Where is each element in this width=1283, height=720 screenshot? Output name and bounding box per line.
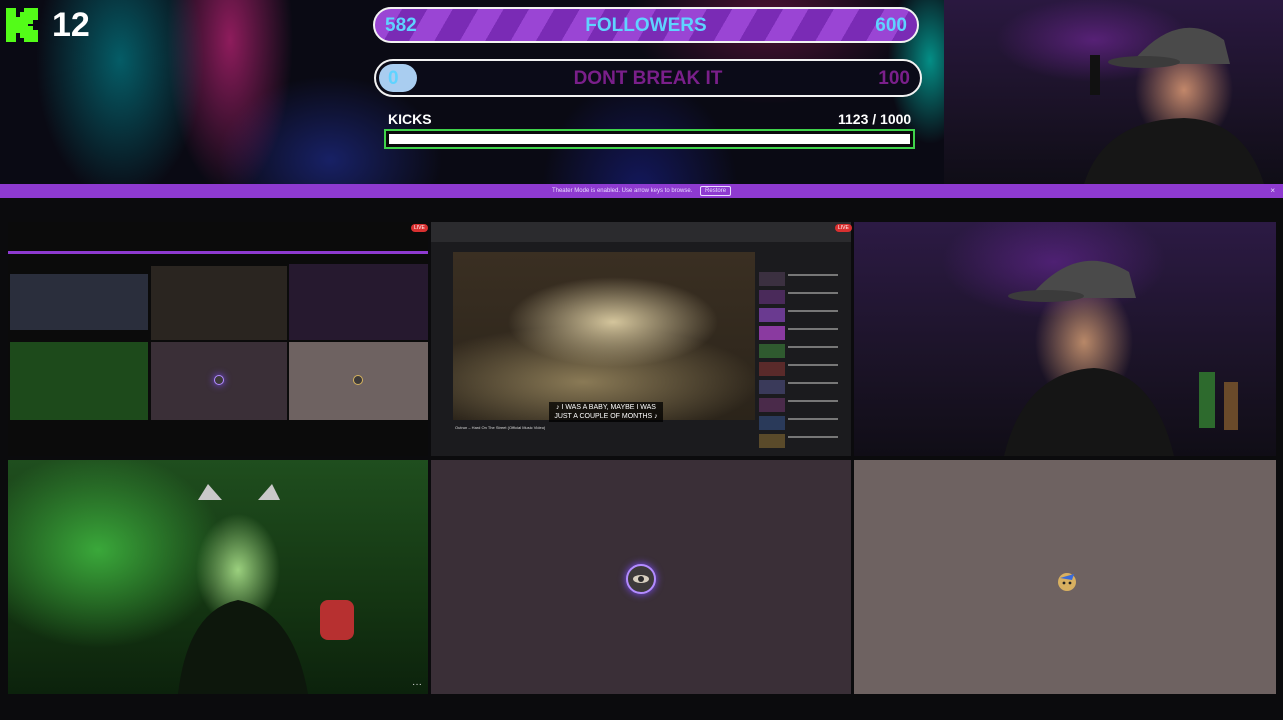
nested-avatar-eye: [214, 375, 224, 385]
recommended-thumb[interactable]: [759, 290, 785, 304]
recommended-thumb[interactable]: [759, 272, 785, 286]
kick-logo-icon: [6, 8, 38, 42]
video-player[interactable]: ♪ I WAS A BABY, MAYBE I WAS JUST A COUPL…: [453, 252, 755, 422]
notice-text: Theater Mode is enabled. Use arrow keys …: [551, 188, 693, 194]
nested-green-webcam-preview: [10, 342, 148, 420]
recommended-line: [788, 382, 838, 384]
dont-break-it-goal: 100: [878, 68, 910, 89]
followers-label: FOLLOWERS: [585, 15, 707, 36]
video-title[interactable]: Outrun – Hard On The Street (Official Mu…: [455, 425, 545, 430]
browser-toolbar: [431, 222, 851, 242]
recommended-thumb[interactable]: [759, 416, 785, 430]
recommended-thumb[interactable]: [759, 434, 785, 448]
recommended-line: [788, 328, 838, 330]
multiview-tile-nested[interactable]: [8, 222, 428, 456]
multiview-tile-empty-1[interactable]: [431, 460, 851, 694]
character-glyph: [1058, 573, 1076, 591]
video-subtitle: ♪ I WAS A BABY, MAYBE I WAS JUST A COUPL…: [549, 402, 663, 422]
webcam-silhouette: [178, 484, 354, 694]
recommended-thumb[interactable]: [759, 344, 785, 358]
recommended-line: [788, 364, 838, 366]
kicks-progress-fill: [389, 134, 910, 144]
webcam-silhouette: [1084, 27, 1264, 184]
theater-mode-notice: Theater Mode is enabled. Use arrow keys …: [0, 184, 1283, 198]
recommended-thumb[interactable]: [759, 398, 785, 412]
restore-button[interactable]: Restore: [700, 186, 732, 196]
recommended-thumb[interactable]: [759, 326, 785, 340]
live-badge-2: LIVE: [835, 224, 852, 232]
recommended-thumb[interactable]: [759, 380, 785, 394]
viewer-count: 12: [52, 6, 90, 44]
recommended-thumb[interactable]: [759, 362, 785, 376]
dont-break-it-bar: 0 DONT BREAK IT 100: [374, 59, 922, 97]
multiview-tile-green-webcam[interactable]: ···: [8, 460, 428, 694]
kicks-progress-bar: [384, 129, 915, 149]
nested-browser-preview: [151, 266, 287, 340]
followers-goal-bar: 582 FOLLOWERS 600: [373, 7, 919, 43]
multiview-tile-browser[interactable]: ♪ I WAS A BABY, MAYBE I WAS JUST A COUPL…: [431, 222, 851, 456]
eye-glyph: [633, 575, 649, 583]
close-icon[interactable]: ×: [1270, 184, 1275, 198]
nested-avatar-character: [353, 375, 363, 385]
recommended-line: [788, 400, 838, 402]
kicks-count: 1123 / 1000: [838, 111, 912, 127]
streamer-webcam: [944, 0, 1283, 184]
recommended-line: [788, 310, 838, 312]
nested-grid-preview: [10, 274, 148, 330]
followers-goal: 600: [875, 15, 907, 36]
stream-overlay-header: 12 582 FOLLOWERS 600 0 DONT BREAK IT 100…: [0, 0, 1283, 184]
nested-purple-strip: [8, 251, 428, 254]
character-avatar-icon: [1050, 564, 1080, 594]
kicks-label: KICKS: [388, 111, 432, 127]
nested-webcam-preview: [289, 264, 428, 340]
more-options-icon[interactable]: ···: [412, 679, 422, 690]
recommended-videos: [759, 252, 845, 452]
multiview-tile-empty-2[interactable]: [854, 460, 1276, 694]
recommended-line: [788, 274, 838, 276]
webcam-silhouette: [1004, 260, 1238, 456]
subtitle-line-1: ♪ I WAS A BABY, MAYBE I WAS: [556, 404, 656, 411]
eye-avatar-icon: [626, 564, 656, 594]
dont-break-it-label: DONT BREAK IT: [573, 68, 723, 89]
live-badge-1: LIVE: [411, 224, 428, 232]
recommended-line: [788, 292, 838, 294]
multiview-tile-webcam[interactable]: [854, 222, 1276, 456]
recommended-line: [788, 418, 838, 420]
recommended-line: [788, 436, 838, 438]
recommended-line: [788, 346, 838, 348]
recommended-thumb[interactable]: [759, 308, 785, 322]
subtitle-line-2: JUST A COUPLE OF MONTHS ♪: [554, 413, 658, 420]
